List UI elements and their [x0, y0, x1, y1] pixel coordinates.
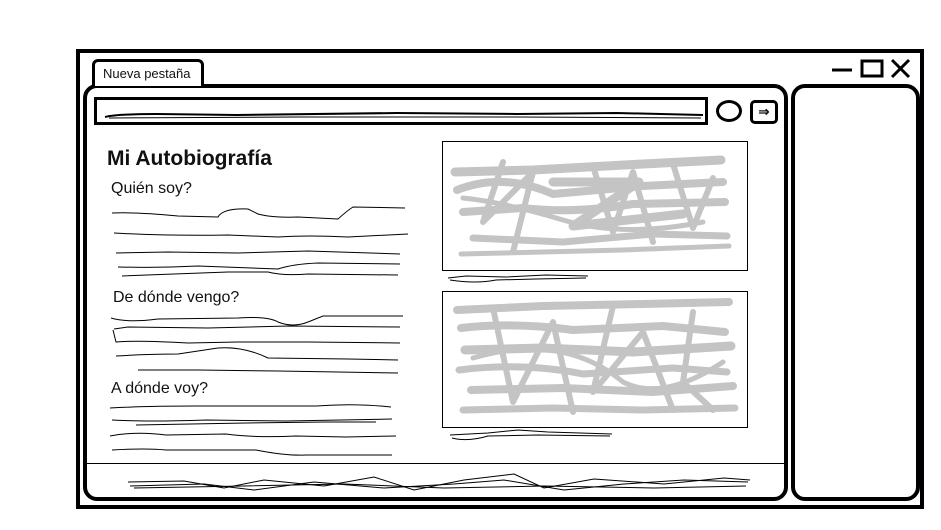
- text-scribble-a-donde-voy: [109, 404, 397, 456]
- image-placeholder-1: [442, 141, 748, 271]
- section-heading-quien-soy: Quién soy?: [111, 180, 192, 197]
- footer-separator: [86, 463, 785, 464]
- text-scribble-de-donde-vengo: [110, 315, 403, 374]
- image-placeholder-2: [442, 291, 748, 428]
- close-icon[interactable]: [889, 58, 913, 80]
- tab-label: Nueva pestaña: [103, 66, 191, 81]
- text-scribble-quien-soy: [111, 206, 409, 277]
- section-heading-a-donde-voy: A dónde voy?: [111, 380, 208, 397]
- footer-scribble: [127, 473, 751, 491]
- image-caption-scribble-2: [449, 429, 613, 441]
- address-scribble: [104, 111, 704, 119]
- circle-button-icon[interactable]: [716, 100, 742, 122]
- image-caption-scribble-1: [447, 274, 589, 283]
- arrow-right-icon[interactable]: ⇒: [750, 100, 778, 124]
- tab-nueva-pestana[interactable]: Nueva pestaña: [92, 59, 204, 86]
- page-title: Mi Autobiografía: [107, 147, 272, 170]
- image-scribble-1: [450, 155, 732, 257]
- maximize-icon[interactable]: [860, 58, 884, 80]
- image-scribble-2: [453, 298, 739, 415]
- section-heading-de-donde-vengo: De dónde vengo?: [113, 289, 240, 306]
- side-panel: [791, 84, 920, 501]
- address-bar[interactable]: [94, 97, 708, 125]
- minimize-icon[interactable]: [830, 58, 854, 80]
- forward-glyph: ⇒: [758, 104, 770, 119]
